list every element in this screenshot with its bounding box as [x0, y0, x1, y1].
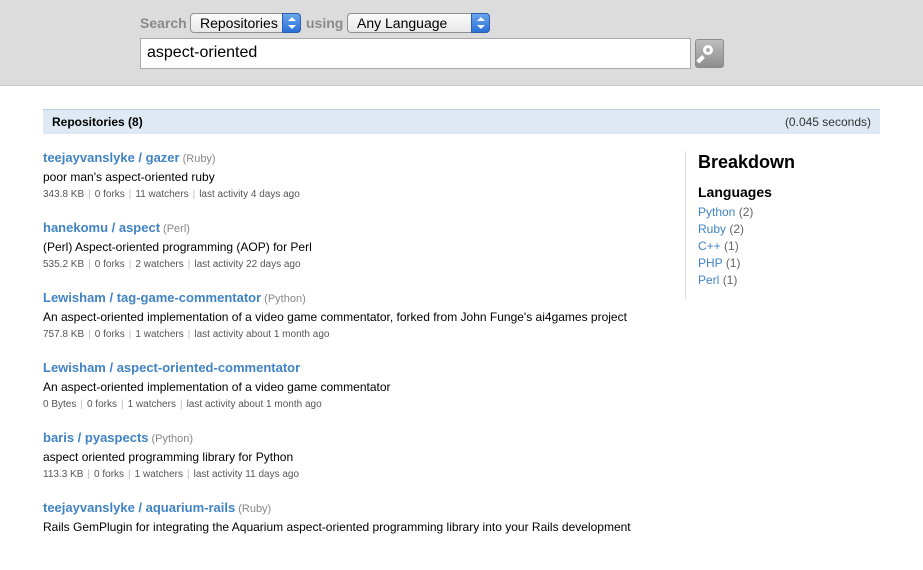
repo-activity: last activity 11 days ago: [193, 469, 300, 480]
result-item: teejayvanslyke / gazer (Ruby) poor man's …: [43, 150, 683, 220]
repo-size: 113.3 KB: [43, 469, 84, 480]
repo-watchers: 1 watchers: [134, 469, 183, 480]
select-arrows-icon: [471, 13, 490, 33]
language-filter-item: Perl (1): [698, 272, 885, 289]
result-item: Lewisham / tag-game-commentator (Python) …: [43, 290, 683, 360]
languages-heading: Languages: [698, 184, 772, 200]
repo-link[interactable]: teejayvanslyke / aquarium-rails: [43, 500, 235, 515]
result-item: teejayvanslyke / aquarium-rails (Ruby) Ra…: [43, 500, 683, 570]
repo-language: (Perl): [163, 223, 190, 235]
repo-meta: 757.8 KB | 0 forks | 1 watchers | last activit…: [43, 329, 330, 340]
language-filter-link[interactable]: Ruby: [698, 222, 726, 236]
repo-watchers: 2 watchers: [135, 259, 184, 270]
repo-watchers: 1 watchers: [135, 329, 184, 340]
language-filter-link[interactable]: PHP: [698, 256, 722, 270]
repo-link[interactable]: Lewisham / tag-game-commentator: [43, 290, 261, 305]
repo-description: An aspect-oriented implementation of a v…: [43, 310, 627, 324]
repo-description: (Perl) Aspect-oriented programming (AOP)…: [43, 240, 312, 254]
language-filter-link[interactable]: Perl: [698, 273, 719, 287]
select-arrows-icon: [282, 13, 301, 33]
repo-watchers: 1 watchers: [127, 399, 176, 410]
repo-description: poor man's aspect-oriented ruby: [43, 170, 215, 184]
repo-link[interactable]: Lewisham / aspect-oriented-commentator: [43, 360, 300, 375]
repo-language: (Python): [264, 293, 306, 305]
repo-size: 535.2 KB: [43, 259, 85, 270]
repo-activity: last activity 22 days ago: [194, 259, 301, 270]
result-item: baris / pyaspects (Python) aspect oriente…: [43, 430, 683, 500]
language-count: (2): [738, 205, 754, 219]
search-button[interactable]: [695, 39, 724, 68]
repo-description: aspect oriented programming library for …: [43, 450, 294, 464]
repo-forks: 0 forks: [94, 259, 125, 270]
using-label: using: [306, 15, 344, 31]
language-filter-item: Ruby (2): [698, 221, 885, 238]
results-header: Repositories (8) (0.045 seconds): [43, 109, 880, 134]
repo-meta: 343.8 KB | 0 forks | 11 watchers | last activi…: [43, 189, 300, 200]
language-select-value: Any Language: [357, 15, 448, 31]
repo-size: 343.8 KB: [43, 189, 85, 200]
search-input[interactable]: aspect-oriented: [140, 38, 691, 69]
breakdown-title: Breakdown: [698, 152, 796, 172]
repo-language: (Ruby): [182, 153, 216, 165]
repo-description: An aspect-oriented implementation of a v…: [43, 380, 391, 394]
language-count: (2): [729, 222, 745, 236]
language-select[interactable]: Any Language: [347, 13, 490, 33]
repo-size: 0 Bytes: [43, 399, 77, 410]
search-scope-value: Repositories: [200, 15, 278, 31]
repo-watchers: 11 watchers: [135, 189, 189, 200]
repo-link[interactable]: teejayvanslyke / gazer: [43, 150, 180, 165]
repo-meta: 0 Bytes | 0 forks | 1 watchers | last activity…: [43, 399, 322, 410]
search-scope-select[interactable]: Repositories: [190, 13, 301, 33]
result-item: hanekomu / aspect (Perl) (Perl) Aspect-or…: [43, 220, 683, 290]
repo-meta: 113.3 KB | 0 forks | 1 watchers | last activit…: [43, 469, 300, 480]
language-count: (1): [724, 239, 739, 253]
repo-forks: 0 forks: [94, 189, 125, 200]
language-filter-link[interactable]: C++: [698, 239, 721, 253]
results-time: (0.045 seconds): [784, 115, 871, 129]
breakdown-sidebar: Breakdown Languages Python (2) Ruby (2) …: [685, 151, 885, 299]
language-count: (1): [722, 273, 738, 287]
repo-link[interactable]: baris / pyaspects: [43, 430, 149, 445]
repo-forks: 0 forks: [94, 469, 125, 480]
repo-activity: last activity about 1 month ago: [194, 329, 330, 340]
language-filter-link[interactable]: Python: [698, 205, 735, 219]
repo-meta: 535.2 KB | 0 forks | 2 watchers | last activit…: [43, 259, 301, 270]
search-icon: [703, 45, 713, 55]
repo-language: (Python): [151, 433, 194, 445]
repo-activity: last activity about 1 month ago: [186, 399, 322, 410]
search-icon-handle: [696, 55, 705, 64]
results-count: Repositories (8): [52, 115, 143, 129]
search-bar: Search Repositories using Any Language a…: [0, 0, 923, 86]
language-filter-item: Python (2): [698, 204, 885, 221]
result-item: Lewisham / aspect-oriented-commentator A…: [43, 360, 683, 430]
results-list: teejayvanslyke / gazer (Ruby) poor man's …: [43, 150, 683, 570]
repo-description: Rails GemPlugin for integrating the Aqua…: [43, 520, 631, 534]
repo-size: 757.8 KB: [43, 329, 85, 340]
repo-forks: 0 forks: [94, 329, 125, 340]
repo-activity: last activity 4 days ago: [199, 189, 300, 200]
repo-link[interactable]: hanekomu / aspect: [43, 220, 160, 235]
repo-forks: 0 forks: [86, 399, 117, 410]
repo-language: (Ruby): [238, 503, 272, 515]
language-filter-item: C++ (1): [698, 238, 885, 255]
language-count: (1): [725, 256, 741, 270]
language-filter-item: PHP (1): [698, 255, 885, 272]
search-label: Search: [140, 15, 187, 31]
